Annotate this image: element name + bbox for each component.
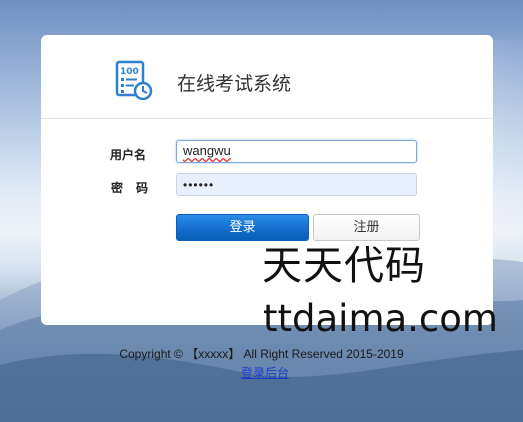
password-label: 密码 — [111, 181, 162, 195]
admin-login-link[interactable]: 登录后台 — [241, 364, 289, 381]
password-input[interactable]: •••••• — [176, 173, 417, 196]
watermark-domain: ttdaima.com — [263, 297, 498, 340]
svg-text:100: 100 — [120, 67, 139, 77]
register-button[interactable]: 注册 — [313, 214, 420, 241]
app-title: 在线考试系统 — [177, 73, 292, 95]
username-input[interactable]: wangwu — [176, 140, 417, 163]
username-value: wangwu — [183, 143, 231, 158]
card-header: 100 在线考试系统 — [41, 35, 493, 119]
copyright-text: Copyright © 【xxxxx】 All Right Reserved 2… — [119, 347, 404, 361]
watermark-chinese: 天天代码 — [262, 243, 426, 289]
login-button[interactable]: 登录 — [176, 214, 309, 241]
username-label: 用户名 — [110, 148, 147, 162]
exam-score-clock-icon: 100 — [115, 60, 153, 100]
